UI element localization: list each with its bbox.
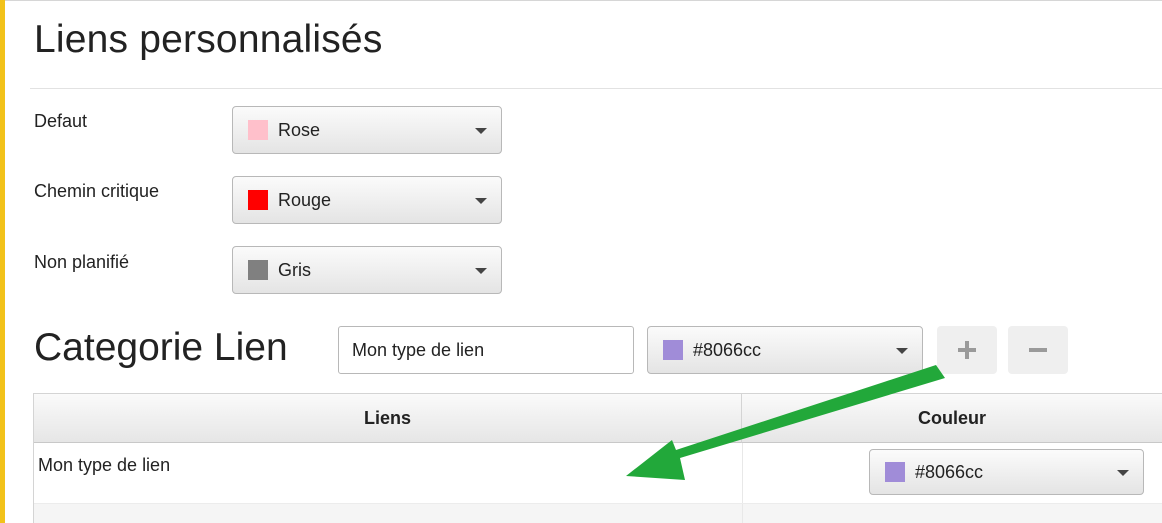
left-accent-bar [0, 0, 5, 523]
table-row[interactable] [34, 504, 1162, 523]
category-color-select[interactable]: #8066cc [647, 326, 923, 374]
setting-label-defaut: Defaut [34, 111, 88, 131]
plus-icon [958, 341, 976, 359]
title-divider [30, 88, 1162, 89]
chevron-down-icon [475, 198, 487, 204]
setting-label-non-planifie: Non planifié [34, 252, 130, 272]
chevron-down-icon [1117, 470, 1129, 476]
select-value: Rose [278, 119, 321, 140]
column-header-liens[interactable]: Liens [34, 394, 742, 443]
color-swatch [248, 260, 268, 280]
add-category-button[interactable] [937, 326, 997, 374]
chemin-critique-color-select[interactable]: Rouge [232, 176, 502, 224]
column-header-couleur[interactable]: Couleur [742, 394, 1162, 443]
setting-label-chemin-critique: Chemin critique [34, 181, 160, 201]
color-swatch [248, 120, 268, 140]
top-border [5, 0, 1162, 1]
select-value: Rouge [278, 189, 332, 210]
link-name-cell: Mon type de lien [38, 455, 171, 475]
remove-category-button[interactable] [1008, 326, 1068, 374]
minus-icon [1029, 348, 1047, 352]
chevron-down-icon [475, 268, 487, 274]
color-swatch [663, 340, 683, 360]
chevron-down-icon [475, 128, 487, 134]
page-title: Liens personnalisés [34, 18, 383, 61]
select-value: #8066cc [915, 461, 984, 482]
links-table: Liens Couleur Mon type de lien #8066cc [33, 393, 1162, 523]
row-color-select[interactable]: #8066cc [869, 449, 1144, 495]
cell-divider [742, 504, 743, 523]
table-row[interactable]: Mon type de lien #8066cc [34, 443, 1162, 504]
chevron-down-icon [896, 348, 908, 354]
defaut-color-select[interactable]: Rose [232, 106, 502, 154]
category-name-input[interactable] [338, 326, 634, 374]
color-swatch [248, 190, 268, 210]
category-title: Categorie Lien [34, 326, 288, 369]
cell-divider [742, 443, 743, 503]
select-value: Gris [278, 259, 311, 280]
color-swatch [885, 462, 905, 482]
select-value: #8066cc [693, 339, 762, 360]
non-planifie-color-select[interactable]: Gris [232, 246, 502, 294]
